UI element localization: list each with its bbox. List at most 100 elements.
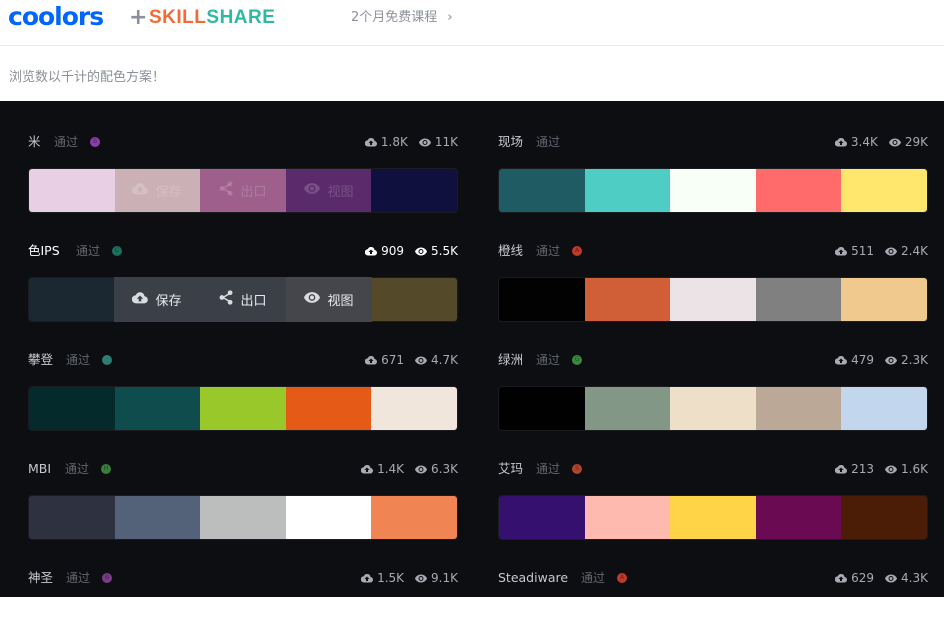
palette-stats: 1.5K 9.1K [361,570,458,586]
color-swatch[interactable] [584,278,671,321]
color-swatch[interactable] [584,169,671,212]
palette-card[interactable]: Steadiware 通过 A 629 4.3K [498,537,928,637]
color-swatch[interactable] [200,496,286,539]
palette-name[interactable]: 艾玛 [498,461,523,477]
color-swatch[interactable] [371,278,457,321]
palette-card[interactable]: 攀登 通过 671 4.7K [28,319,458,431]
color-swatch[interactable] [670,278,756,321]
skillshare-logo[interactable]: SKILLSHARE [149,6,275,30]
color-swatch[interactable] [29,169,115,212]
author-avatar[interactable]: A [572,246,582,256]
color-swatch[interactable] [670,387,756,430]
color-swatch[interactable] [29,387,115,430]
export-button[interactable]: 出口 [200,277,286,322]
export-button[interactable]: 出口 [200,168,286,213]
palette-swatches[interactable] [498,168,928,213]
palette-name[interactable]: 色IPS [28,243,60,259]
author-avatar[interactable]: S [572,464,582,474]
color-swatch[interactable] [371,387,457,430]
share-icon [219,290,233,309]
color-swatch[interactable] [755,387,842,430]
author-avatar[interactable]: B [90,137,100,147]
coolors-logo[interactable]: coolors [8,4,104,30]
author-avatar[interactable]: A [617,573,627,583]
color-swatch[interactable] [499,387,585,430]
color-swatch[interactable] [670,169,756,212]
plus-sign: + [129,5,148,30]
palette-name[interactable]: 攀登 [28,352,53,368]
eye-icon [418,138,431,147]
palette-author-label: 通过 [536,462,561,476]
color-swatch[interactable] [499,169,585,212]
download-icon [364,137,377,147]
view-button[interactable]: 视图 [286,277,372,322]
palette-swatches[interactable] [28,386,458,431]
palette-name[interactable]: 橙线 [498,243,523,259]
color-swatch[interactable] [755,169,842,212]
author-avatar[interactable] [102,355,112,365]
color-swatch[interactable] [499,496,585,539]
color-swatch[interactable] [584,387,671,430]
color-swatch[interactable] [499,278,585,321]
promo-link[interactable]: 2个月免费课程 › [351,9,453,27]
eye-icon [415,465,428,474]
color-swatch[interactable] [200,387,286,430]
save-button[interactable]: 保存 [114,168,200,213]
palette-card[interactable]: 橙线 通过 A 511 2.4K [498,210,928,322]
author-avatar[interactable]: G [572,355,582,365]
color-swatch[interactable] [841,496,927,539]
cloud-icon [132,182,149,199]
palette-name[interactable]: 神圣 [28,570,53,586]
subtitle-bar: 浏览数以千计的配色方案！ [0,47,944,101]
color-swatch[interactable] [841,278,927,321]
download-count: 909 [381,244,405,258]
color-swatch[interactable] [371,496,457,539]
view-count: 2.3K [901,353,928,367]
palette-card[interactable]: 神圣 通过 B 1.5K 9.1K [28,537,458,637]
color-swatch[interactable] [29,278,115,321]
view-count: 29K [904,135,928,149]
download-count: 213 [851,462,875,476]
view-button[interactable]: 视图 [286,168,372,213]
palette-name[interactable]: 现场 [498,134,523,150]
palette-stats: 511 2.4K [835,243,928,259]
eye-icon [415,574,428,583]
color-swatch[interactable] [29,496,115,539]
color-swatch[interactable] [755,496,842,539]
color-swatch[interactable] [841,387,927,430]
color-swatch[interactable] [114,496,201,539]
palette-card[interactable]: 绿洲 通过 G 479 2.3K [498,319,928,431]
author-avatar[interactable]: B [102,573,112,583]
palette-card[interactable]: 色IPS 通过 C 909 5.5K 保存 出口 视图 [28,210,458,322]
palette-card[interactable]: 米通过 B 1.8K 11K 保存 出口 视图 [28,101,458,213]
author-avatar[interactable]: C [112,246,122,256]
palette-swatches[interactable] [498,495,928,540]
color-swatch[interactable] [285,496,372,539]
palette-swatches[interactable] [28,495,458,540]
palette-card[interactable]: 现场 通过 3.4K 29K [498,101,928,213]
cloud-icon [132,291,149,308]
top-bar: coolors + SKILLSHARE 2个月免费课程 › [0,0,944,46]
palette-card[interactable]: MBI 通过 H 1.4K 6.3K [28,428,458,540]
color-swatch[interactable] [285,387,372,430]
palette-name[interactable]: 米 [28,134,41,150]
palette-swatches[interactable] [498,386,928,431]
color-swatch[interactable] [670,496,756,539]
color-swatch[interactable] [841,169,927,212]
author-avatar[interactable]: H [101,464,111,474]
download-icon [361,573,374,583]
download-icon [365,355,378,365]
color-swatch[interactable] [755,278,842,321]
color-swatch[interactable] [114,387,201,430]
color-swatch[interactable] [584,496,671,539]
view-count: 11K [434,135,458,149]
palette-card[interactable]: 艾玛 通过 S 213 1.6K [498,428,928,540]
palette-name[interactable]: Steadiware [498,570,568,586]
save-button[interactable]: 保存 [114,277,200,322]
palette-name[interactable]: 绿洲 [498,352,523,368]
view-count: 4.7K [431,353,458,367]
palette-swatches[interactable] [498,277,928,322]
palette-name[interactable]: MBI [28,461,51,477]
color-swatch[interactable] [371,169,457,212]
palette-actions: 保存 出口 视图 [114,277,372,322]
